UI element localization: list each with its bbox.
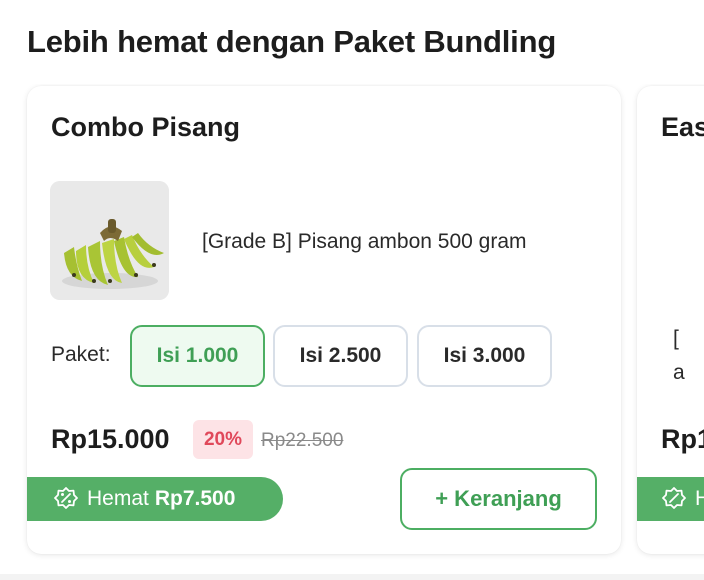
card-title: Eas [661, 112, 704, 142]
original-price: Rp22.500 [261, 430, 344, 451]
savings-badge: H [637, 477, 704, 521]
bundle-card[interactable]: Eas [ a Rp1 H [637, 86, 704, 554]
add-to-cart-button[interactable]: + Keranjang [400, 468, 597, 530]
section-title: Lebih hemat dengan Paket Bundling [27, 24, 557, 59]
product-name-line: [ [673, 327, 679, 350]
package-option-1000[interactable]: Isi 1.000 [130, 325, 265, 387]
section-divider [0, 574, 704, 580]
savings-amount: Rp7.500 [154, 487, 236, 510]
percent-badge-icon [53, 486, 79, 512]
percent-badge-icon [661, 486, 687, 512]
product-name: [Grade B] Pisang ambon 500 gram [202, 230, 527, 253]
bundle-price: Rp1 [661, 424, 704, 454]
package-option-3000[interactable]: Isi 3.000 [417, 325, 552, 387]
product-image [50, 181, 169, 300]
bundle-card[interactable]: Combo Pisang [Grade B] Pisang ambon 500 … [27, 86, 621, 554]
bundle-price: Rp15.000 [51, 424, 170, 454]
savings-label: Hemat [87, 487, 149, 510]
product-name-line: a [673, 361, 685, 384]
product-name: [ a [673, 322, 704, 390]
savings-label: H [695, 487, 704, 510]
banana-image-icon [50, 181, 169, 300]
package-label: Paket: [51, 343, 111, 366]
bundle-carousel[interactable]: Combo Pisang [Grade B] Pisang ambon 500 … [0, 84, 704, 560]
package-option-2500[interactable]: Isi 2.500 [273, 325, 408, 387]
discount-badge: 20% [193, 420, 253, 459]
savings-badge: Hemat Rp7.500 [27, 477, 283, 521]
card-title: Combo Pisang [51, 112, 241, 142]
